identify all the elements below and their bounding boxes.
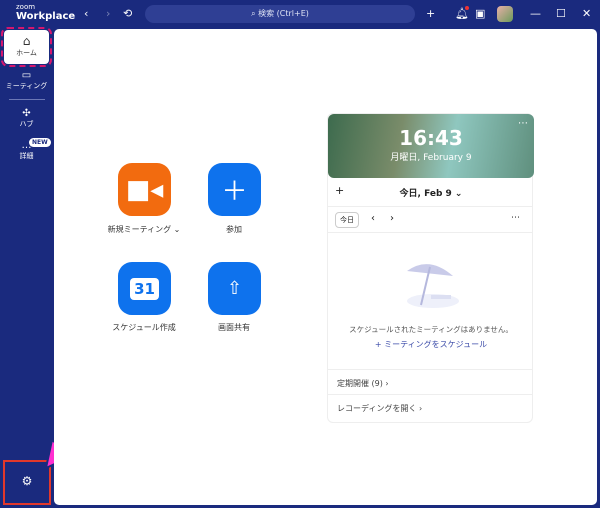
calendar-icon: 31 xyxy=(130,277,159,300)
home-icon: ⌂ xyxy=(22,34,31,48)
sidebar-item-more[interactable]: … 詳細 NEW xyxy=(4,138,51,161)
sidebar-item-meetings[interactable]: ▭ ミーティング xyxy=(4,70,49,91)
options-icon[interactable]: ⋯ xyxy=(511,213,520,223)
sidebar-item-label: ミーティング xyxy=(5,82,48,90)
calendar-card: 16:43 月曜日, February 9 ⋯ + 今日, Feb 9 ⌄ 今日… xyxy=(327,113,534,423)
date-selector[interactable]: 今日, Feb 9 ⌄ xyxy=(328,186,534,199)
title-bar: zoom Workplace ‹ › ⟲ ⌕ 検索 (Ctrl+E) + 🔔︎ ▣… xyxy=(0,0,600,28)
schedule-meeting-link[interactable]: + ミーティングをスケジュール xyxy=(328,339,534,350)
divider xyxy=(9,99,45,100)
calendar-icon[interactable]: ▣ xyxy=(475,7,485,20)
more-icon[interactable]: ⋯ xyxy=(518,118,528,129)
share-icon: ⇧ xyxy=(226,278,243,299)
forward-button[interactable]: › xyxy=(106,7,110,20)
back-button[interactable]: ‹ xyxy=(84,7,88,20)
share-screen-label: 画面共有 xyxy=(218,323,250,332)
join-label: 参加 xyxy=(226,225,242,234)
search-placeholder: 検索 (Ctrl+E) xyxy=(258,9,309,18)
clock-banner: 16:43 月曜日, February 9 ⋯ xyxy=(328,114,534,178)
plus-icon: ＋ xyxy=(221,177,248,207)
history-icon[interactable]: ⟲ xyxy=(123,7,132,20)
sidebar-item-label: ハブ xyxy=(19,120,34,128)
sidebar-item-hub[interactable]: ✣ ハブ xyxy=(4,108,49,129)
video-camera-icon: ■◂ xyxy=(125,174,164,205)
open-recordings-link[interactable]: レコーディングを開く › xyxy=(328,394,532,420)
share-screen-button[interactable]: ⇧ xyxy=(208,262,261,315)
notification-dot xyxy=(465,6,469,10)
minimize-button[interactable]: — xyxy=(530,7,541,20)
clock-time: 16:43 xyxy=(399,126,463,150)
avatar[interactable] xyxy=(497,6,513,22)
prev-button[interactable]: ‹ xyxy=(371,213,375,224)
gear-icon: ⚙ xyxy=(21,474,33,488)
new-button[interactable]: + xyxy=(426,7,435,20)
video-icon: ▭ xyxy=(21,70,32,81)
zoom-logo: zoom Workplace xyxy=(16,3,76,22)
clock-date: 月曜日, February 9 xyxy=(390,153,472,163)
sidebar-item-home[interactable]: ⌂ ホーム xyxy=(1,27,52,67)
sidebar-item-label: ホーム xyxy=(16,49,37,57)
join-button[interactable]: ＋ xyxy=(208,163,261,216)
today-button[interactable]: 今日 xyxy=(335,212,359,228)
next-button[interactable]: › xyxy=(390,213,394,224)
schedule-label: スケジュール作成 xyxy=(112,323,176,332)
recurring-meetings-link[interactable]: 定期開催 (9) › xyxy=(328,369,532,393)
schedule-button[interactable]: 31 xyxy=(118,262,171,315)
new-badge: NEW xyxy=(29,138,51,147)
search-input[interactable]: ⌕ 検索 (Ctrl+E) xyxy=(145,5,415,23)
new-meeting-button[interactable]: ■◂ xyxy=(118,163,171,216)
close-button[interactable]: ✕ xyxy=(582,7,591,20)
empty-message: スケジュールされたミーティングはありません。 xyxy=(349,325,513,334)
beach-umbrella-illustration xyxy=(407,264,459,308)
sidebar-item-label: 詳細 xyxy=(19,152,34,160)
maximize-button[interactable]: ☐ xyxy=(556,7,566,20)
new-meeting-label[interactable]: 新規ミーティング ⌄ xyxy=(94,224,194,235)
hub-icon: ✣ xyxy=(22,108,31,119)
